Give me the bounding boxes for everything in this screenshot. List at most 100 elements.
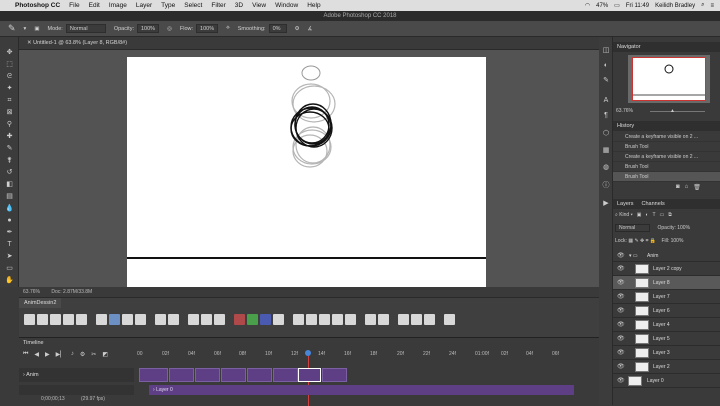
visibility-eye-icon[interactable]: 👁	[617, 332, 625, 346]
navigator-zoom[interactable]: 63.76%	[616, 108, 633, 114]
pressure-opacity-icon[interactable]: ◎	[167, 26, 172, 32]
frame-clip[interactable]	[221, 368, 246, 382]
shape-tool-icon[interactable]: ▭	[4, 265, 15, 273]
layer-row[interactable]: 👁 Layer 4	[613, 318, 720, 332]
visibility-eye-icon[interactable]: 👁	[617, 262, 625, 276]
audio-icon[interactable]: ♪	[71, 351, 74, 358]
clone-stamp-tool-icon[interactable]: ⚵	[4, 157, 15, 165]
app-menu[interactable]: Photoshop CC	[15, 2, 60, 9]
swatches-icon[interactable]: ▦	[602, 147, 610, 155]
search-icon[interactable]: ⌕	[701, 2, 704, 9]
navigator-header[interactable]: Navigator	[613, 42, 720, 52]
animdessin-button[interactable]	[188, 314, 199, 325]
frame-clip[interactable]	[273, 368, 298, 382]
history-item[interactable]: Brush Tool	[613, 162, 720, 172]
type-panel-icon[interactable]: A	[602, 97, 610, 105]
animdessin-button-active[interactable]	[109, 314, 120, 325]
animdessin-button[interactable]	[345, 314, 356, 325]
healing-brush-tool-icon[interactable]: ✚	[4, 133, 15, 141]
path-select-tool-icon[interactable]: ➤	[4, 253, 15, 261]
next-frame-icon[interactable]: ▶▏	[56, 351, 65, 358]
filter-pixel-icon[interactable]: ▣	[637, 212, 642, 221]
layer-row-selected[interactable]: 👁 Layer 8	[613, 276, 720, 290]
zoom-slider-thumb[interactable]: ▲	[670, 108, 675, 114]
animdessin-button[interactable]	[135, 314, 146, 325]
gradient-tool-icon[interactable]: ▤	[4, 193, 15, 201]
navigator-preview[interactable]	[628, 55, 710, 103]
visibility-eye-icon[interactable]: 👁	[617, 276, 625, 290]
animdessin-button[interactable]	[424, 314, 435, 325]
document-tab[interactable]: ✕ Untitled-1 @ 63.8% (Layer 8, RGB/8#)	[19, 37, 599, 50]
menu-select[interactable]: Select	[184, 2, 202, 9]
menu-list-icon[interactable]: ≡	[710, 3, 714, 9]
navigator-viewbox[interactable]	[632, 57, 706, 101]
menu-image[interactable]: Image	[109, 2, 127, 9]
doc-info[interactable]: Doc: 2.87M/33.8M	[51, 289, 92, 295]
transition-icon[interactable]: ◩	[102, 351, 108, 358]
type-tool-icon[interactable]: T	[4, 241, 15, 249]
blend-mode-select[interactable]: Normal	[615, 224, 651, 232]
brush-tool-icon[interactable]: ✎	[8, 23, 16, 34]
history-item-current[interactable]: Brush Tool	[613, 172, 720, 182]
animdessin-button[interactable]	[365, 314, 376, 325]
filter-adjust-icon[interactable]: ◐	[645, 212, 648, 221]
history-item[interactable]: Create a keyframe visible on 2 ...	[613, 152, 720, 162]
animdessin-button[interactable]	[398, 314, 409, 325]
menu-view[interactable]: View	[252, 2, 266, 9]
animdessin-button[interactable]	[168, 314, 179, 325]
visibility-eye-icon[interactable]: 👁	[617, 374, 625, 388]
dodge-tool-icon[interactable]: ●	[4, 217, 15, 225]
first-frame-icon[interactable]: ⏮	[23, 351, 28, 358]
animdessin-button[interactable]	[96, 314, 107, 325]
animdessin-button[interactable]	[411, 314, 422, 325]
layer-row[interactable]: 👁 Layer 3	[613, 346, 720, 360]
lock-icons[interactable]: ▦ ✎ ✥ ⌗ 🔒	[628, 238, 656, 244]
actions-icon[interactable]: ▶	[602, 200, 610, 208]
settings-gear-icon[interactable]: ⚙	[80, 351, 85, 358]
animdessin-button[interactable]	[37, 314, 48, 325]
animdessin-button[interactable]	[122, 314, 133, 325]
track-anim[interactable]: › Anim	[19, 368, 134, 382]
menu-file[interactable]: File	[69, 2, 79, 9]
animdessin-button[interactable]	[444, 314, 455, 325]
layer-row[interactable]: 👁 Layer 6	[613, 304, 720, 318]
animdessin-button[interactable]	[201, 314, 212, 325]
layer-row[interactable]: 👁 Layer 5	[613, 332, 720, 346]
animdessin-button[interactable]	[24, 314, 35, 325]
animdessin-button[interactable]	[214, 314, 225, 325]
visibility-eye-icon[interactable]: 👁	[617, 250, 625, 262]
eyedropper-tool-icon[interactable]: ⚲	[4, 121, 15, 129]
animdessin-button[interactable]	[76, 314, 87, 325]
frame-clip[interactable]	[247, 368, 272, 382]
menu-help[interactable]: Help	[307, 2, 320, 9]
animdessin-button[interactable]	[332, 314, 343, 325]
mode-select[interactable]: Normal	[65, 24, 106, 33]
canvas[interactable]	[127, 57, 486, 287]
move-tool-icon[interactable]: ✥	[4, 49, 15, 57]
layer-row[interactable]: 👁 Layer 2	[613, 360, 720, 374]
frame-clip[interactable]	[169, 368, 194, 382]
wifi-icon[interactable]: ◠	[585, 2, 590, 9]
fill-field[interactable]: 100%	[671, 238, 684, 244]
layer-row[interactable]: 👁 Layer 7	[613, 290, 720, 304]
crop-tool-icon[interactable]: ⌗	[4, 97, 15, 105]
quick-select-tool-icon[interactable]: ✦	[4, 85, 15, 93]
layer-opacity-field[interactable]: 100%	[677, 225, 690, 231]
layer-row[interactable]: 👁 Layer 2 copy	[613, 262, 720, 276]
hand-tool-icon[interactable]: ✋	[4, 277, 15, 285]
animdessin-button[interactable]	[50, 314, 61, 325]
menu-filter[interactable]: Filter	[211, 2, 225, 9]
menu-window[interactable]: Window	[275, 2, 298, 9]
layer0-clip[interactable]: › Layer 0	[149, 385, 574, 395]
animdessin-tab[interactable]: AnimDessin2	[19, 298, 62, 308]
animdessin-button[interactable]	[293, 314, 304, 325]
green-onion-button[interactable]	[247, 314, 258, 325]
animdessin-button[interactable]	[319, 314, 330, 325]
airbrush-icon[interactable]: ⟡	[226, 25, 230, 32]
timecode[interactable]: 0;00;00;13	[41, 396, 65, 402]
pen-tool-icon[interactable]: ✒	[4, 229, 15, 237]
animdessin-button[interactable]	[306, 314, 317, 325]
frame-clip[interactable]	[139, 368, 168, 382]
paragraph-panel-icon[interactable]: ¶	[602, 112, 610, 120]
menu-layer[interactable]: Layer	[136, 2, 152, 9]
